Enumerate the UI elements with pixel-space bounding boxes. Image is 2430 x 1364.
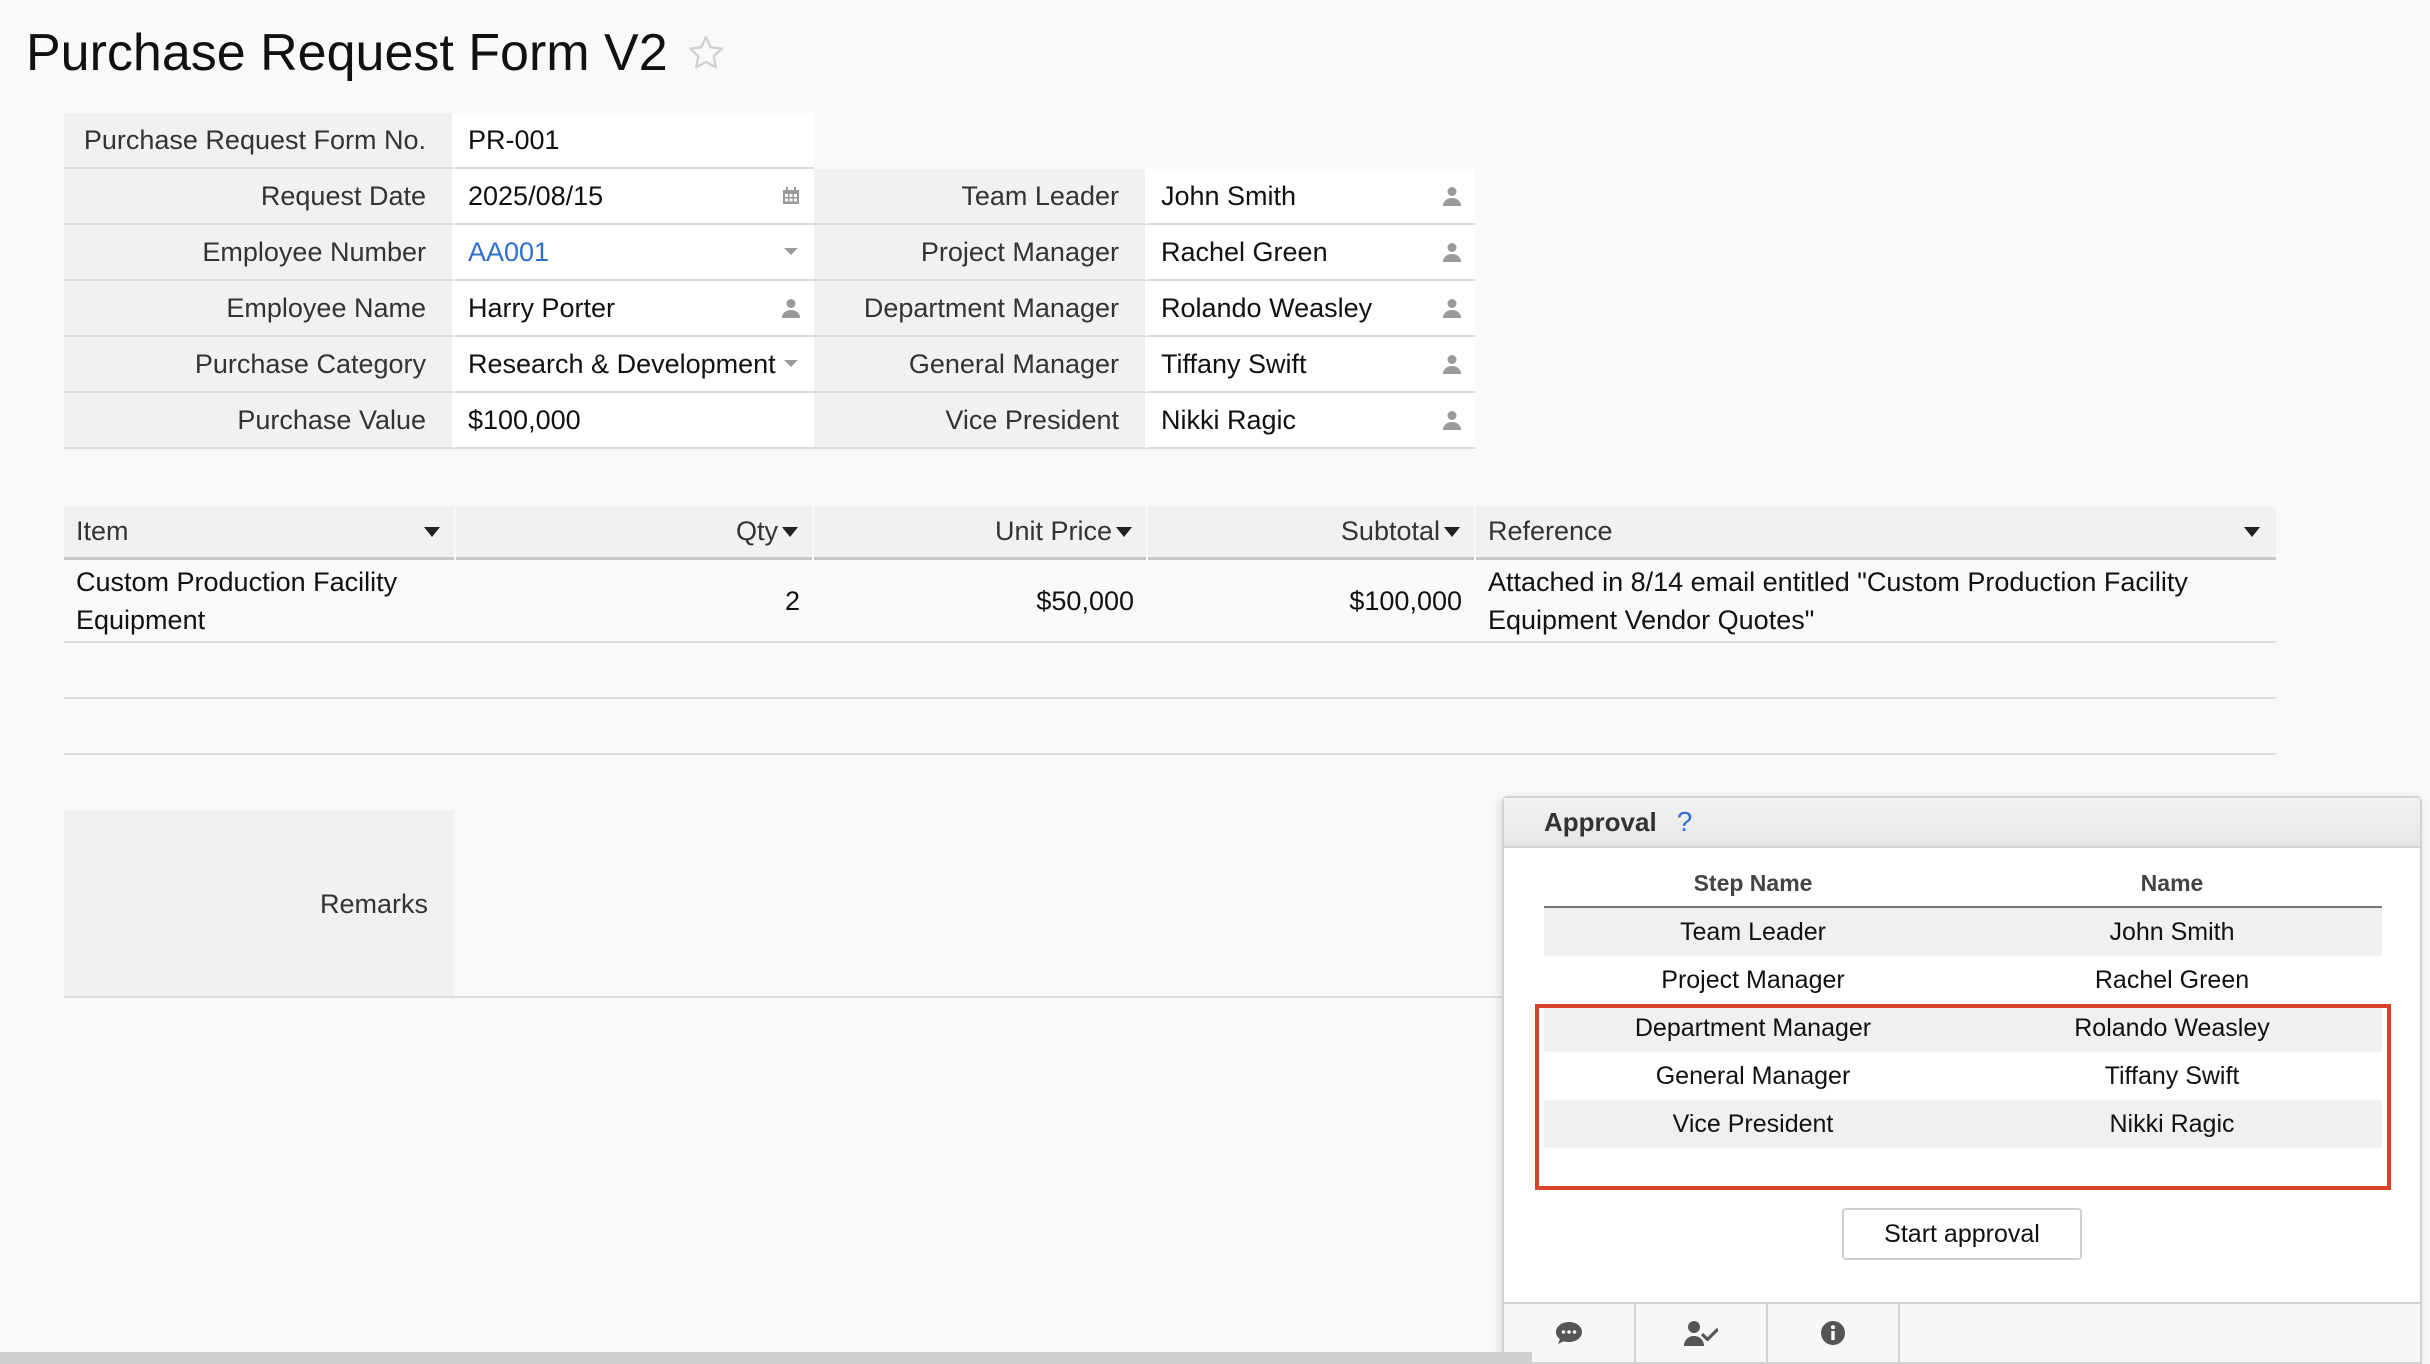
employee-number-field[interactable]: AA001 [454,225,814,281]
page-title: Purchase Request Form V2 [26,24,668,82]
row-divider [64,697,2276,699]
team-leader-field[interactable]: John Smith [1147,169,1475,225]
comment-icon [1556,1322,1582,1344]
approval-step: Project Manager [1661,965,1845,994]
title-row: Purchase Request Form V2 [26,18,726,88]
step-name-header: Step Name [1693,869,1813,896]
user-icon[interactable] [1441,353,1463,375]
department-manager-field[interactable]: Rolando Weasley [1147,281,1475,337]
approval-header: Approval ? [1504,798,2420,848]
column-header-label: Item [76,516,129,546]
approval-title: Approval [1544,806,1657,837]
purchase-category-label: Purchase Category [64,337,454,393]
sort-caret-icon[interactable] [2244,526,2260,537]
row-divider [64,641,2276,643]
approval-table-header: Step Name Name [1544,860,2382,908]
general-manager-label: General Manager [814,337,1147,393]
sort-caret-icon[interactable] [1444,526,1460,537]
calendar-icon[interactable] [780,185,802,207]
user-icon[interactable] [1441,241,1463,263]
user-icon[interactable] [780,297,802,319]
remarks-label: Remarks [64,810,454,998]
remarks-divider [64,996,1504,998]
employee-name-value: Harry Porter [468,292,616,323]
panel-tab-bar [1504,1302,2420,1362]
team-leader-value: John Smith [1161,180,1297,211]
form-no-value[interactable]: PR-001 [454,113,814,169]
help-icon[interactable]: ? [1677,806,1693,838]
approval-row: Project Manager Rachel Green [1544,956,2382,1004]
purchase-value-label: Purchase Value [64,393,454,449]
sort-caret-icon[interactable] [782,526,798,537]
highlight-box [1535,1004,2391,1190]
request-date-value: 2025/08/15 [468,180,604,211]
project-manager-value: Rachel Green [1161,236,1328,267]
purchase-category-value: Research & Development [468,348,776,379]
user-icon[interactable] [1441,409,1463,431]
vice-president-field[interactable]: Nikki Ragic [1147,393,1475,449]
cell-qty[interactable]: 2 [456,560,812,642]
column-header-unit-price[interactable]: Unit Price [814,506,1146,560]
approval-person: John Smith [2109,917,2235,946]
approval-panel: Approval ? Step Name Name Team Leader Jo… [1502,796,2422,1364]
form-no-label: Purchase Request Form No. [64,113,454,169]
employee-name-label: Employee Name [64,281,454,337]
team-leader-label: Team Leader [814,169,1147,225]
cell-reference[interactable]: Attached in 8/14 email entitled "Custom … [1476,560,2276,642]
column-header-subtotal[interactable]: Subtotal [1148,506,1474,560]
employee-name-field[interactable]: Harry Porter [454,281,814,337]
column-header-label: Qty [735,516,778,546]
info-icon [1821,1321,1845,1345]
name-header: Name [2140,869,2204,896]
purchase-value-field[interactable]: $100,000 [454,393,814,449]
column-header-label: Reference [1488,516,1613,546]
chevron-down-icon[interactable] [780,241,802,263]
sort-caret-icon[interactable] [1116,526,1132,537]
start-approval-button[interactable]: Start approval [1842,1208,2082,1260]
chevron-down-icon[interactable] [780,353,802,375]
department-manager-value: Rolando Weasley [1161,292,1373,323]
cell-subtotal[interactable]: $100,000 [1148,560,1474,642]
favorite-star-icon[interactable] [686,33,726,73]
approval-row: Team Leader John Smith [1544,908,2382,956]
cell-unit-price[interactable]: $50,000 [814,560,1146,642]
user-icon[interactable] [1441,297,1463,319]
general-manager-value: Tiffany Swift [1161,348,1307,379]
purchase-category-field[interactable]: Research & Development [454,337,814,393]
vice-president-value: Nikki Ragic [1161,404,1297,435]
request-date-label: Request Date [64,169,454,225]
column-header-qty[interactable]: Qty [456,506,812,560]
user-icon[interactable] [1441,185,1463,207]
employee-number-label: Employee Number [64,225,454,281]
user-check-icon [1684,1321,1718,1346]
general-manager-field[interactable]: Tiffany Swift [1147,337,1475,393]
employee-number-link[interactable]: AA001 [468,237,549,268]
project-manager-field[interactable]: Rachel Green [1147,225,1475,281]
vice-president-label: Vice President [814,393,1147,449]
row-divider [64,753,2276,755]
approval-person: Rachel Green [2094,965,2250,994]
column-header-label: Unit Price [994,516,1112,546]
department-manager-label: Department Manager [814,281,1147,337]
tab-approval[interactable] [1636,1304,1768,1362]
approval-step: Team Leader [1680,917,1826,946]
project-manager-label: Project Manager [814,225,1147,281]
sort-caret-icon[interactable] [424,526,440,537]
column-header-reference[interactable]: Reference [1476,506,2276,560]
tab-info[interactable] [1768,1304,1900,1362]
column-header-item[interactable]: Item [64,506,454,560]
request-date-field[interactable]: 2025/08/15 [454,169,814,225]
cell-item[interactable]: Custom Production Facility Equipment [64,560,454,642]
horizontal-scrollbar[interactable] [0,1352,1532,1364]
column-header-label: Subtotal [1340,516,1440,546]
